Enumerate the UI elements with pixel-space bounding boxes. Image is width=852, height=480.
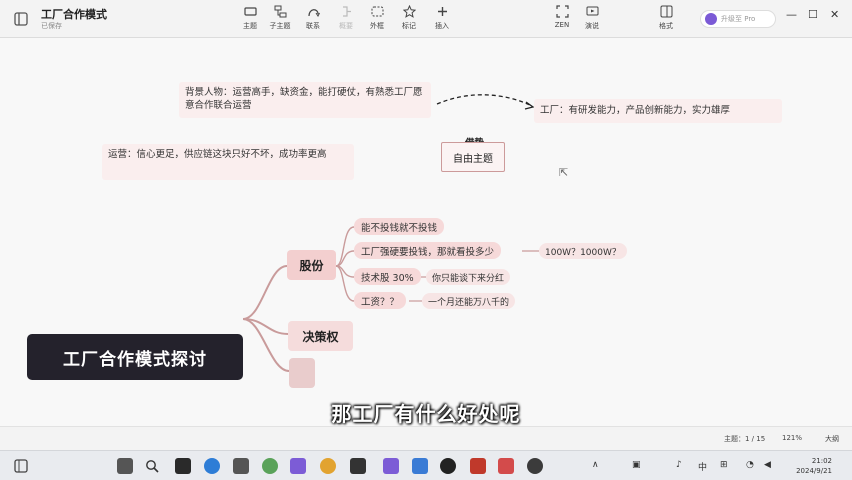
branch-empty[interactable] bbox=[289, 358, 315, 388]
zen-icon bbox=[555, 5, 569, 18]
tray-chevron-icon[interactable]: ∧ bbox=[592, 460, 599, 470]
relation-button[interactable]: 联系 bbox=[296, 5, 330, 31]
close-icon[interactable]: ✕ bbox=[830, 8, 839, 21]
status-bar: 主题：1 / 15 121% 大纲 bbox=[0, 426, 852, 450]
leaf-monthly[interactable]: 一个月还能万八千的 bbox=[422, 293, 516, 309]
app-icon-10[interactable] bbox=[498, 458, 514, 474]
leaf-dividend[interactable]: 你只能谈下来分红 bbox=[426, 269, 511, 285]
marker-icon bbox=[402, 5, 416, 18]
format-icon bbox=[660, 5, 672, 18]
maximize-icon[interactable]: ☐ bbox=[808, 8, 818, 21]
zoom-level[interactable]: 121% bbox=[782, 434, 802, 442]
qq-icon[interactable] bbox=[440, 458, 456, 474]
toolbar: 工厂合作模式 已保存 主题 子主题 联系 概要 外框 标记 插入 ZEN 演说 … bbox=[0, 0, 852, 38]
menu-icon[interactable] bbox=[14, 12, 28, 26]
avatar bbox=[705, 13, 717, 25]
start-icon[interactable] bbox=[14, 459, 28, 473]
operation-note[interactable]: 运营：信心更足，供应链这块只好不坏，成功率更高 bbox=[102, 144, 354, 180]
central-topic[interactable]: 工厂合作模式探讨 bbox=[27, 334, 243, 380]
clock-time: 21:02 bbox=[811, 457, 832, 465]
mindmap-canvas[interactable]: 背景人物：运营高手，缺资金，能打硬仗，有熟悉工厂愿意合作联合运营 借势 工厂：有… bbox=[0, 38, 852, 426]
app-icon-4[interactable] bbox=[262, 458, 278, 474]
subtopic-tech-share[interactable]: 技术股 30% bbox=[354, 268, 421, 285]
background-person-note[interactable]: 背景人物：运营高手，缺资金，能打硬仗，有熟悉工厂愿意合作联合运营 bbox=[179, 82, 431, 118]
subtopic-salary[interactable]: 工资？？ bbox=[354, 292, 407, 309]
pitch-button[interactable]: 演说 bbox=[575, 5, 609, 31]
relation-icon bbox=[307, 9, 320, 17]
app-icon-8[interactable] bbox=[383, 458, 399, 474]
subtopic-icon bbox=[274, 5, 286, 18]
app-icon-2[interactable] bbox=[175, 458, 191, 474]
format-button[interactable]: 格式 bbox=[649, 5, 683, 31]
network-icon[interactable]: ◔ bbox=[746, 460, 754, 470]
zen-button[interactable]: ZEN bbox=[545, 5, 579, 29]
search-icon[interactable] bbox=[145, 459, 159, 473]
system-clock[interactable]: 21:02 2024/9/21 bbox=[788, 456, 832, 476]
outline-toggle[interactable]: 大纲 bbox=[825, 434, 839, 444]
app-icon-3[interactable] bbox=[233, 458, 249, 474]
volume-icon[interactable]: ◀ bbox=[764, 460, 771, 470]
clock-date: 2024/9/21 bbox=[796, 467, 832, 475]
topic-icon bbox=[243, 7, 257, 16]
app-icon-6[interactable] bbox=[320, 458, 336, 474]
boundary-icon bbox=[371, 6, 383, 17]
document-title: 工厂合作模式 bbox=[41, 8, 107, 21]
topic-count: 主题：1 / 15 bbox=[724, 435, 766, 443]
boundary-button[interactable]: 外框 bbox=[360, 5, 394, 31]
browser-icon[interactable] bbox=[204, 458, 220, 474]
microphone-icon[interactable]: ♪ bbox=[676, 460, 682, 470]
app-icon-7[interactable] bbox=[350, 458, 366, 474]
save-status: 已保存 bbox=[41, 22, 62, 30]
summary-icon bbox=[342, 6, 351, 17]
free-topic[interactable]: 自由主题 bbox=[441, 142, 505, 172]
insert-button[interactable]: 插入 bbox=[425, 5, 459, 31]
summary-button[interactable]: 概要 bbox=[329, 5, 363, 31]
video-subtitle: 那工厂有什么好处呢 bbox=[331, 402, 521, 426]
subtopic-no-invest[interactable]: 能不投钱就不投钱 bbox=[354, 218, 445, 235]
input-language[interactable]: 中 bbox=[698, 460, 707, 473]
wps-icon[interactable] bbox=[470, 458, 486, 474]
grid-icon[interactable]: ⊞ bbox=[720, 460, 728, 470]
marker-button[interactable]: 标记 bbox=[392, 5, 426, 31]
branch-decision-right[interactable]: 决策权 bbox=[288, 321, 353, 351]
topic-button[interactable]: 主题 bbox=[233, 5, 267, 31]
factory-note[interactable]: 工厂：有研发能力，产品创新能力，实力雄厚 bbox=[534, 99, 782, 123]
tray-app-icon[interactable]: ▣ bbox=[632, 460, 641, 470]
insert-icon bbox=[437, 7, 447, 16]
branch-equity[interactable]: 股份 bbox=[287, 250, 336, 280]
subtopic-factory-invest[interactable]: 工厂强硬要投钱，那就看投多少 bbox=[354, 242, 502, 259]
pitch-icon bbox=[586, 6, 598, 16]
leaf-amount[interactable]: 100W？1000W？ bbox=[539, 243, 627, 259]
app-icon-1[interactable] bbox=[117, 458, 133, 474]
app-icon-9[interactable] bbox=[412, 458, 428, 474]
app-icon-11[interactable] bbox=[527, 458, 543, 474]
cursor-icon: ⇱ bbox=[559, 166, 569, 179]
upgrade-pro-button[interactable]: 升级至 Pro bbox=[700, 10, 776, 28]
app-icon-5[interactable] bbox=[290, 458, 306, 474]
minimize-icon[interactable]: — bbox=[786, 8, 797, 21]
taskbar: ∧ ▣ ♪ 中 ⊞ ◔ ◀ 21:02 2024/9/21 bbox=[0, 450, 852, 480]
subtopic-button[interactable]: 子主题 bbox=[263, 5, 297, 31]
